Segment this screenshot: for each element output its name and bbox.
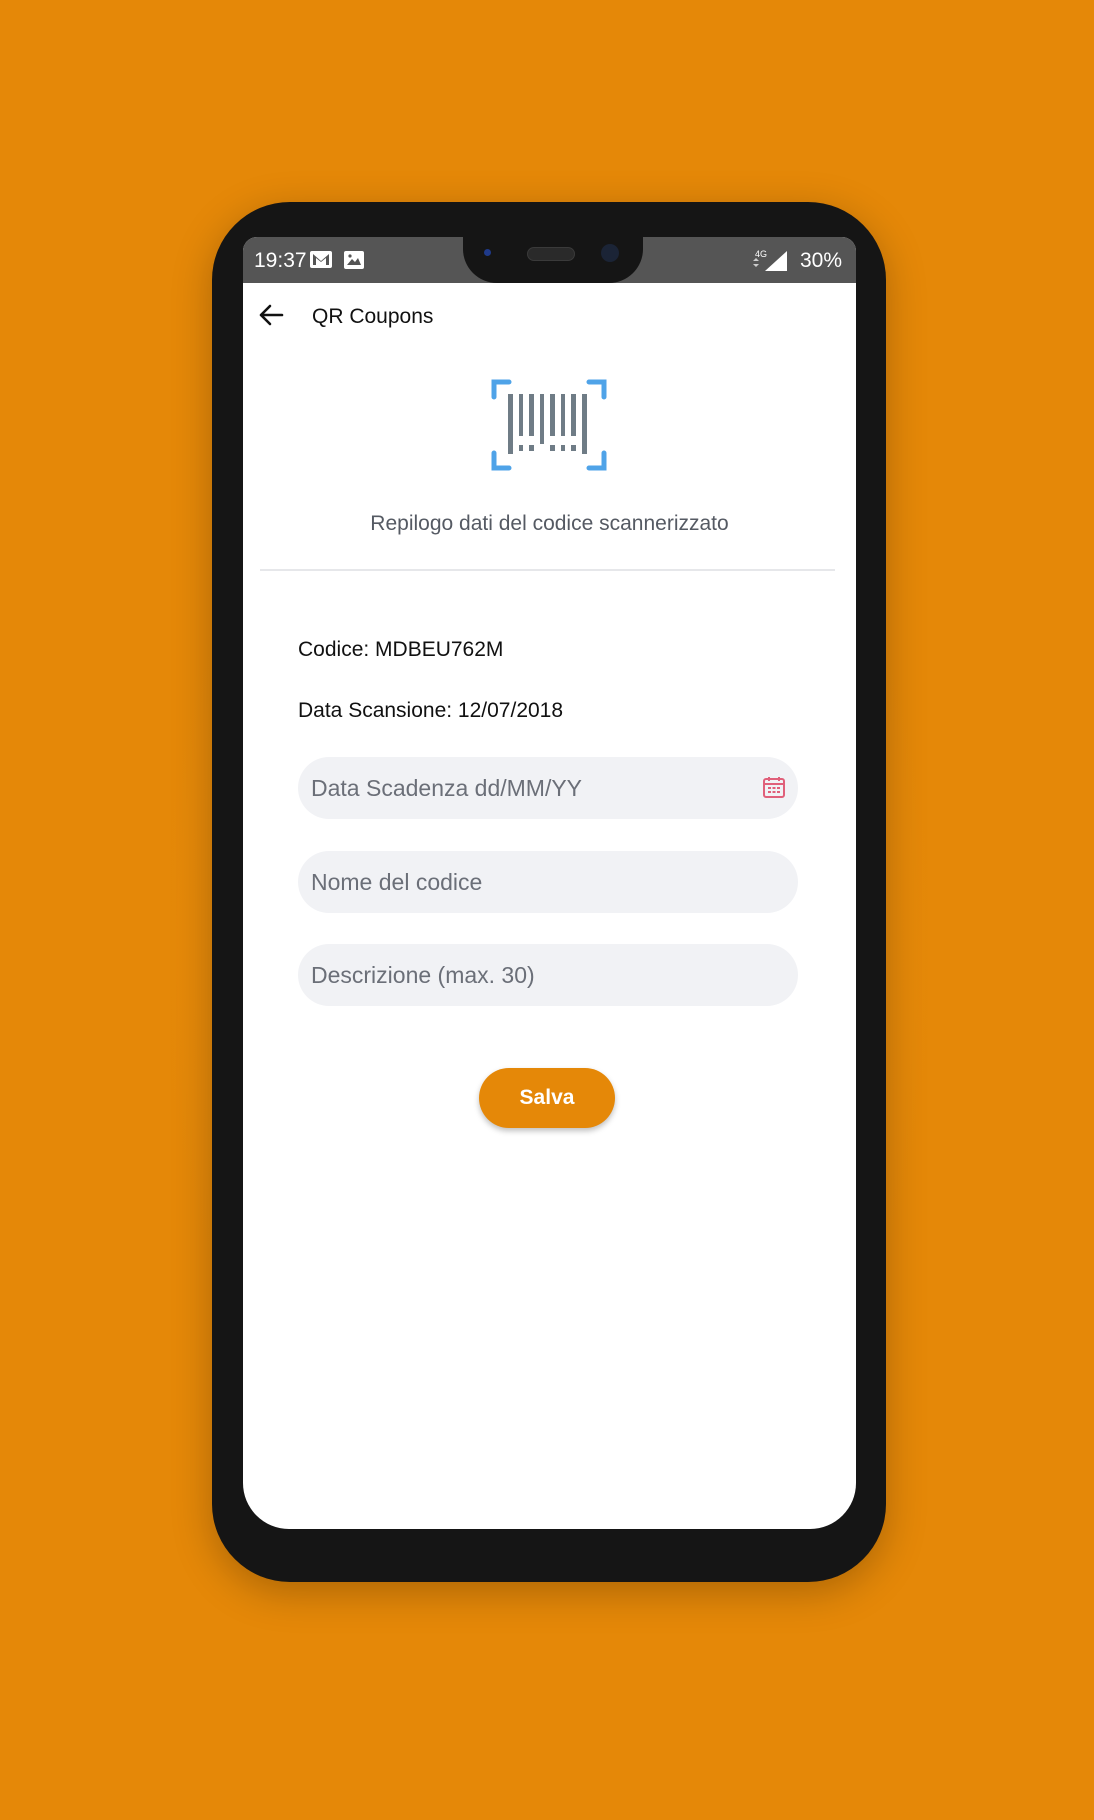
save-button[interactable]: Salva xyxy=(479,1068,615,1128)
sensor-dot xyxy=(484,249,491,256)
phone-screen: 19:37 4G 30% QR Coupons Repilogo dati de… xyxy=(243,237,856,1529)
earpiece-speaker xyxy=(527,247,575,261)
description-placeholder: Descrizione (max. 30) xyxy=(311,962,535,988)
code-value: Codice: MDBEU762M xyxy=(298,638,504,661)
app-title: QR Coupons xyxy=(312,305,434,328)
barcode-scan-icon xyxy=(491,379,607,476)
scan-date-value: Data Scansione: 12/07/2018 xyxy=(298,699,564,722)
signal-4g-icon: 4G xyxy=(751,247,787,278)
calendar-icon[interactable] xyxy=(762,775,786,804)
status-time: 19:37 xyxy=(254,249,307,272)
camera-notch xyxy=(463,237,643,283)
network-type-label: 4G xyxy=(755,249,767,259)
divider xyxy=(260,569,835,571)
scan-summary-heading: Repilogo dati del codice scannerizzato xyxy=(370,512,729,535)
expiry-date-placeholder: Data Scadenza dd/MM/YY xyxy=(311,775,583,801)
status-bar: 19:37 4G 30% xyxy=(243,237,856,283)
battery-percentage: 30% xyxy=(799,249,842,272)
arrow-left-icon xyxy=(259,304,284,326)
image-notification-icon xyxy=(344,251,364,274)
front-camera xyxy=(601,244,619,262)
description-field[interactable]: Descrizione (max. 30) xyxy=(298,944,798,1006)
expiry-date-field[interactable]: Data Scadenza dd/MM/YY xyxy=(298,757,798,819)
code-name-field[interactable]: Nome del codice xyxy=(298,851,798,913)
app-bar: QR Coupons xyxy=(243,283,856,347)
back-button[interactable] xyxy=(255,299,287,331)
gmail-notification-icon xyxy=(310,251,332,273)
code-name-placeholder: Nome del codice xyxy=(311,869,483,895)
